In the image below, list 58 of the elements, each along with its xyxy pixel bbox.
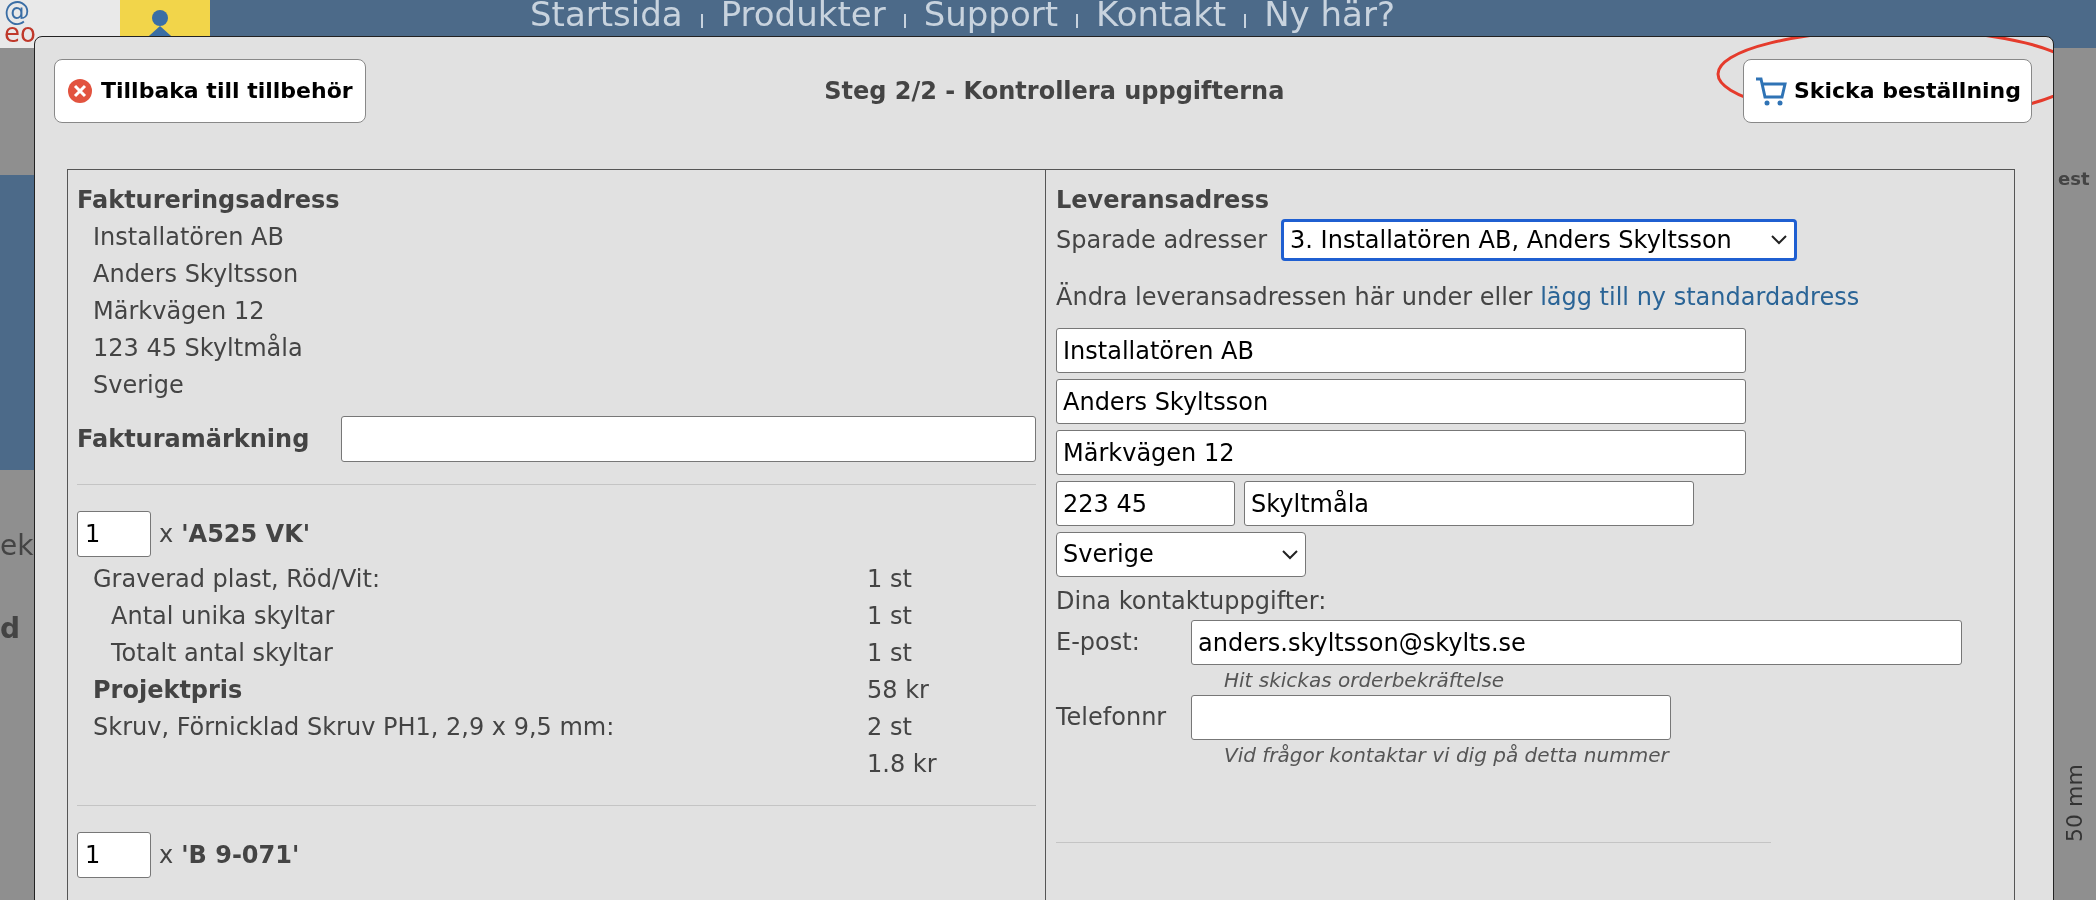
chevron-down-icon xyxy=(1770,234,1789,246)
detail-label: Projektpris xyxy=(92,675,244,706)
detail-label: Totalt antal skyltar xyxy=(110,638,334,669)
input-field[interactable]: Installatören AB xyxy=(1056,328,1746,373)
dropdown[interactable]: 3. Installatören AB, Anders Skyltsson xyxy=(1281,219,1798,261)
background-text: ek xyxy=(0,528,34,564)
background-text: d xyxy=(0,611,21,647)
chevron-down-icon xyxy=(1281,548,1299,561)
product-name: 'B 9-071' xyxy=(181,839,300,871)
address-line: Sverige xyxy=(92,370,185,401)
product-name: 'A525 VK' xyxy=(181,518,311,550)
phone-field[interactable] xyxy=(1191,695,1671,740)
submit-order-button[interactable]: Skicka beställning xyxy=(1743,58,2032,123)
nav-link[interactable]: Startsida xyxy=(530,0,683,34)
detail-value: 1 st xyxy=(867,638,912,669)
nav-link[interactable]: Support xyxy=(923,0,1059,34)
dropdown[interactable]: Sverige xyxy=(1056,532,1306,577)
hint-text: Vid frågor kontaktar vi dig på detta nummer xyxy=(1223,742,1671,769)
nav-link[interactable]: Ny här? xyxy=(1264,0,1395,34)
detail-label: Graverad plast, Röd/Vit: xyxy=(92,564,381,595)
nav-link[interactable]: Produkter xyxy=(720,0,886,34)
email-field[interactable]: anders.skyltsson@skylts.se xyxy=(1191,620,1962,665)
input-field[interactable]: Skyltmåla xyxy=(1244,481,1694,526)
input-field[interactable]: Anders Skyltsson xyxy=(1056,379,1746,424)
address-line: 123 45 Skyltmåla xyxy=(92,332,304,364)
close-icon xyxy=(67,77,93,104)
multiply-sign: x xyxy=(159,518,174,550)
section-label: Dina kontaktuppgifter: xyxy=(1056,586,1328,617)
field-label: Fakturamärkning xyxy=(77,423,311,455)
nav-link[interactable]: Kontakt xyxy=(1096,0,1227,34)
add-address-link[interactable]: lägg till ny standardadress xyxy=(1540,283,1860,311)
input-field[interactable]: Märkvägen 12 xyxy=(1056,430,1746,475)
field-label: Sparade adresser xyxy=(1056,224,1268,256)
section-heading: Leveransadress xyxy=(1056,185,1270,216)
input-field[interactable]: 223 45 xyxy=(1056,481,1235,526)
background-text: est xyxy=(2058,167,2090,191)
multiply-sign: x xyxy=(159,839,174,871)
dialog-title: Steg 2/2 - Kontrollera uppgifterna xyxy=(824,75,1285,107)
detail-value: 1 st xyxy=(867,564,912,595)
quantity-field[interactable]: 1 xyxy=(77,832,151,878)
hint-text: Hit skickas orderbekräftelse xyxy=(1223,667,1506,694)
input-field[interactable] xyxy=(341,416,1036,462)
detail-label: Antal unika skyltar xyxy=(110,601,336,632)
back-button[interactable]: Tillbaka till tillbehör xyxy=(54,58,366,123)
detail-label: Skruv, Förnicklad Skruv PH1, 2,9 x 9,5 mm: xyxy=(92,712,616,743)
detail-value: 1 st xyxy=(867,601,912,632)
section-heading: Faktureringsadress xyxy=(77,185,341,216)
address-line: Märkvägen 12 xyxy=(92,296,266,327)
field-label: Telefonnr xyxy=(1056,702,1168,733)
background-text: 50 mm xyxy=(2061,764,2088,842)
instruction-text: Ändra leveransadressen här under eller xyxy=(1056,283,1534,311)
detail-value: 2 st xyxy=(867,712,912,743)
detail-value: 1.8 kr xyxy=(867,749,937,780)
quantity-field[interactable]: 1 xyxy=(77,511,151,557)
address-line: Anders Skyltsson xyxy=(92,259,300,290)
detail-value: 58 kr xyxy=(867,675,929,706)
address-line: Installatören AB xyxy=(92,222,285,253)
field-label: E-post: xyxy=(1056,627,1141,658)
